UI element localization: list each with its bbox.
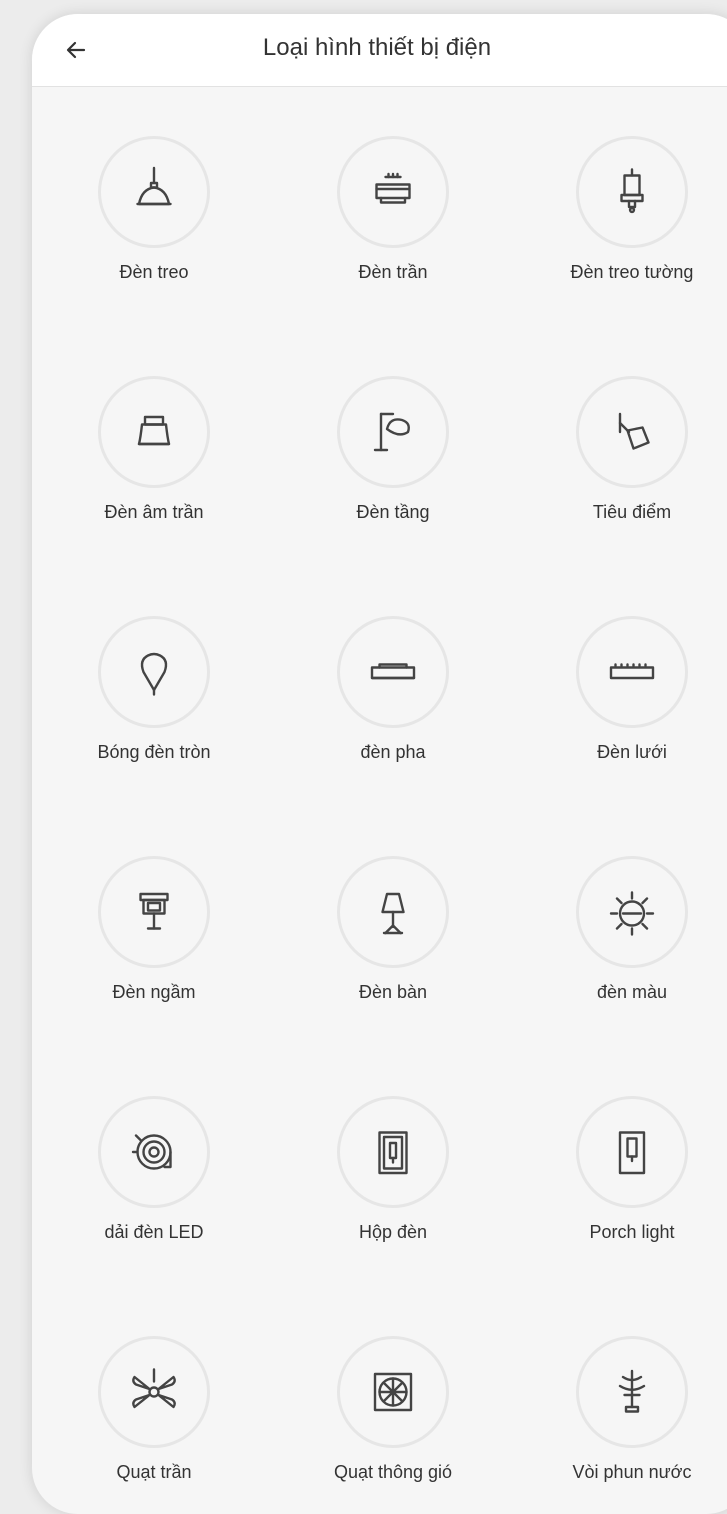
device-label: Bóng đèn tròn: [97, 742, 211, 762]
icon-circle: [98, 1336, 210, 1448]
ceiling-light-icon: [375, 172, 411, 204]
icon-circle: [576, 1336, 688, 1448]
pendant-lamp-icon: [136, 166, 172, 206]
device-item-wall-lamp[interactable]: Đèn treo tường: [517, 86, 697, 286]
icon-circle: [98, 1096, 210, 1208]
device-label: Đèn âm trần: [104, 502, 204, 522]
device-label: Đèn bàn: [358, 982, 428, 1002]
device-label: Quạt trần: [116, 1462, 192, 1482]
device-label: Quạt thông gió: [333, 1462, 453, 1482]
recessed-light-icon: [137, 415, 171, 446]
device-label: Đèn trần: [358, 262, 428, 282]
device-label: Đèn treo tường: [570, 262, 694, 282]
ventilation-fan-icon: [373, 1372, 413, 1412]
icon-circle: [337, 856, 449, 968]
wall-lamp-icon: [620, 168, 644, 214]
ceiling-fan-icon: [132, 1368, 176, 1409]
device-item-color-light[interactable]: đèn màu: [517, 806, 697, 1006]
device-item-ceiling-fan[interactable]: Quạt trần: [39, 1286, 219, 1486]
icon-circle: [98, 376, 210, 488]
flood-light-icon: [370, 663, 416, 680]
porch-light-icon: [618, 1131, 646, 1175]
device-item-light-bulb[interactable]: Bóng đèn tròn: [39, 566, 219, 766]
icon-circle: [98, 616, 210, 728]
floor-lamp-icon: [373, 412, 410, 452]
light-box-icon: [378, 1131, 408, 1175]
device-item-pendant-lamp[interactable]: Đèn treo: [39, 86, 219, 286]
phone-screen: Loại hình thiết bị điện Đèn treo Đèn trầ…: [32, 14, 727, 1514]
icon-circle: [98, 136, 210, 248]
desk-lamp-icon: [381, 892, 405, 935]
device-label: Đèn treo: [119, 262, 189, 282]
device-item-porch-light[interactable]: Porch light: [517, 1046, 697, 1246]
device-label: đèn màu: [596, 982, 668, 1002]
device-item-light-box[interactable]: Hộp đèn: [278, 1046, 458, 1246]
device-item-flood-light[interactable]: đèn pha: [278, 566, 458, 766]
icon-circle: [98, 856, 210, 968]
device-item-desk-lamp[interactable]: Đèn bàn: [278, 806, 458, 1006]
device-label: Tiêu điểm: [592, 502, 672, 522]
device-label: Vòi phun nước: [572, 1462, 692, 1482]
app-header: Loại hình thiết bị điện: [32, 14, 727, 87]
inground-light-icon: [139, 892, 169, 930]
icon-circle: [576, 856, 688, 968]
device-item-led-strip[interactable]: dải đèn LED: [39, 1046, 219, 1246]
fountain-icon: [618, 1369, 646, 1413]
icon-circle: [576, 616, 688, 728]
icon-circle: [337, 376, 449, 488]
device-item-recessed-light[interactable]: Đèn âm trần: [39, 326, 219, 526]
grid-light-icon: [609, 663, 655, 680]
device-label: Hộp đèn: [358, 1222, 428, 1242]
icon-circle: [337, 616, 449, 728]
device-label: dải đèn LED: [104, 1222, 204, 1242]
light-bulb-icon: [140, 652, 168, 696]
icon-circle: [576, 1096, 688, 1208]
icon-circle: [576, 136, 688, 248]
device-item-ceiling-light[interactable]: Đèn trần: [278, 86, 458, 286]
device-label: Đèn tầng: [356, 502, 430, 522]
device-item-inground-light[interactable]: Đèn ngầm: [39, 806, 219, 1006]
icon-circle: [576, 376, 688, 488]
page-title: Loại hình thiết bị điện: [262, 34, 492, 61]
icon-circle: [337, 1336, 449, 1448]
device-label: đèn pha: [360, 742, 426, 762]
device-item-grid-light[interactable]: Đèn lưới: [517, 566, 697, 766]
device-label: Porch light: [589, 1222, 675, 1242]
icon-circle: [337, 1096, 449, 1208]
device-label: Đèn ngầm: [112, 982, 196, 1002]
device-item-fountain[interactable]: Vòi phun nước: [517, 1286, 697, 1486]
led-strip-icon: [131, 1134, 172, 1170]
spotlight-icon: [618, 412, 650, 450]
device-item-floor-lamp[interactable]: Đèn tầng: [278, 326, 458, 526]
icon-circle: [337, 136, 449, 248]
device-item-ventilation-fan[interactable]: Quạt thông gió: [278, 1286, 458, 1486]
color-light-icon: [609, 891, 655, 936]
device-label: Đèn lưới: [597, 742, 667, 762]
device-item-spotlight[interactable]: Tiêu điểm: [517, 326, 697, 526]
